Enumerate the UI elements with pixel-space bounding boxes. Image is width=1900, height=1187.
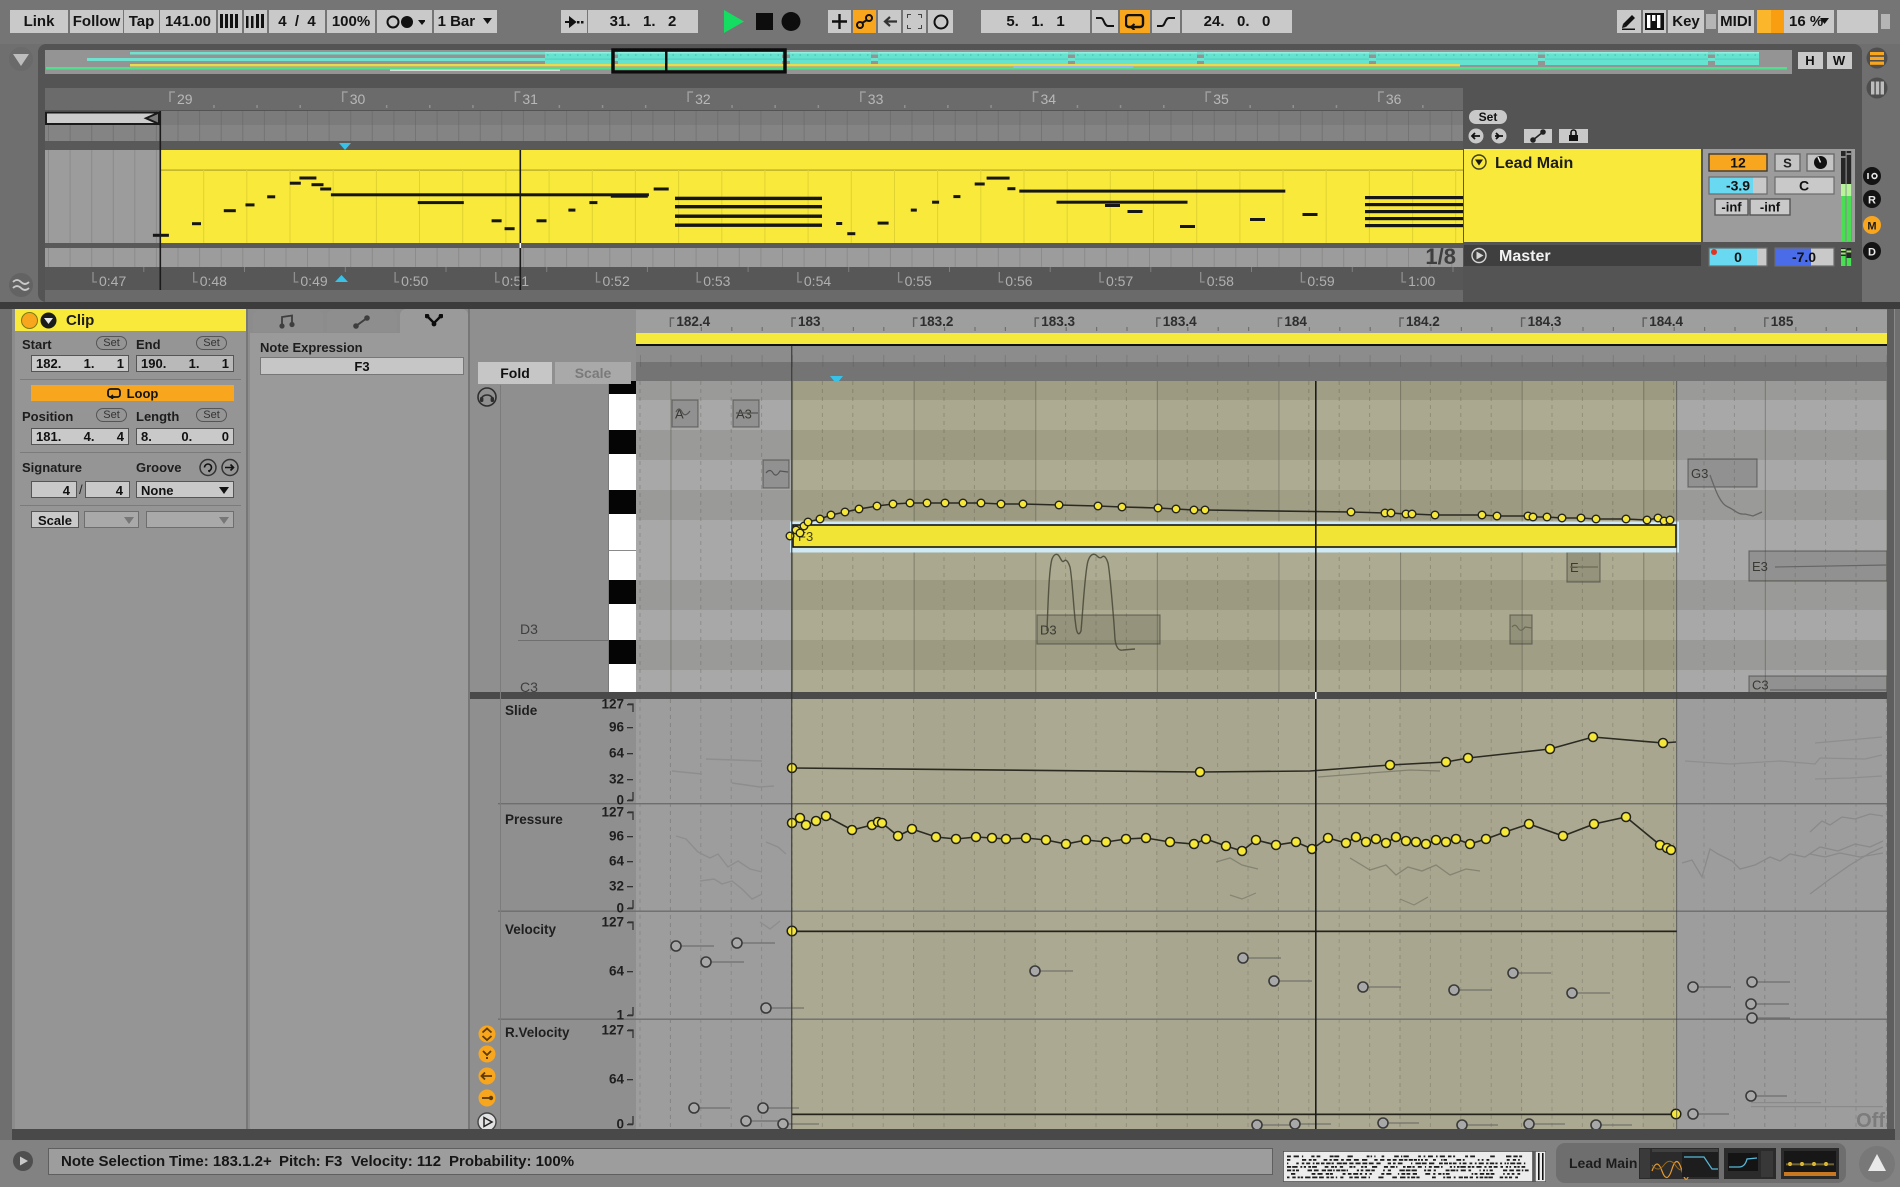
svg-text:0:51: 0:51 (502, 273, 529, 289)
svg-text:0:59: 0:59 (1307, 273, 1334, 289)
svg-text:0:50: 0:50 (401, 273, 428, 289)
svg-text:12: 12 (1730, 155, 1746, 171)
svg-text:182.4: 182.4 (676, 314, 710, 329)
svg-text:0:55: 0:55 (905, 273, 932, 289)
svg-text:127: 127 (601, 915, 624, 930)
svg-text:-7.0: -7.0 (1792, 249, 1816, 265)
svg-text:Master: Master (1499, 248, 1551, 265)
svg-text:D3: D3 (520, 621, 538, 637)
svg-text:Set: Set (1479, 110, 1498, 124)
svg-text:183.3: 183.3 (1041, 314, 1075, 329)
svg-text:E3: E3 (1752, 559, 1768, 574)
svg-text:64: 64 (609, 746, 625, 761)
svg-text:Velocity: Velocity (505, 922, 557, 937)
svg-text:183: 183 (798, 314, 821, 329)
svg-text:0:49: 0:49 (300, 273, 327, 289)
svg-text:H: H (1805, 53, 1814, 68)
svg-text:Pressure: Pressure (505, 812, 563, 827)
svg-text:M: M (1867, 221, 1876, 233)
svg-text:0:47: 0:47 (99, 273, 126, 289)
svg-text:183.4: 183.4 (1163, 314, 1197, 329)
svg-text:0:56: 0:56 (1005, 273, 1032, 289)
svg-text:-3.9: -3.9 (1726, 178, 1750, 194)
svg-text:30: 30 (350, 91, 366, 107)
svg-text:184.4: 184.4 (1649, 314, 1683, 329)
svg-text:0:54: 0:54 (804, 273, 831, 289)
svg-text:184.3: 184.3 (1528, 314, 1562, 329)
svg-text:127: 127 (601, 805, 624, 820)
svg-text:33: 33 (868, 91, 884, 107)
svg-text:35: 35 (1213, 91, 1229, 107)
svg-text:96: 96 (609, 720, 625, 735)
svg-text:R: R (1868, 195, 1876, 207)
svg-text:1:00: 1:00 (1408, 273, 1435, 289)
svg-text:Fold: Fold (500, 365, 530, 381)
svg-text:36: 36 (1386, 91, 1402, 107)
svg-text:0:58: 0:58 (1207, 273, 1234, 289)
svg-text:C: C (1799, 178, 1809, 194)
svg-text:34: 34 (1041, 91, 1057, 107)
svg-text:0: 0 (616, 901, 624, 916)
svg-text:0:53: 0:53 (703, 273, 730, 289)
svg-text:127: 127 (601, 697, 624, 712)
svg-text:C3: C3 (1752, 678, 1769, 693)
svg-text:1/8: 1/8 (1425, 244, 1456, 269)
svg-text:184: 184 (1284, 314, 1307, 329)
svg-text:64: 64 (609, 1072, 625, 1087)
svg-text:29: 29 (177, 91, 193, 107)
svg-text:Scale: Scale (575, 365, 612, 381)
svg-text:96: 96 (609, 829, 625, 844)
svg-text:S: S (1783, 156, 1792, 171)
svg-text:A3: A3 (736, 407, 752, 422)
svg-text:R.Velocity: R.Velocity (505, 1025, 570, 1040)
svg-text:32: 32 (695, 91, 711, 107)
svg-text:185: 185 (1771, 314, 1794, 329)
svg-text:W: W (1833, 53, 1846, 68)
svg-text:0:48: 0:48 (200, 273, 227, 289)
svg-text:127: 127 (601, 1023, 624, 1038)
svg-text:-inf: -inf (1721, 200, 1742, 215)
svg-text:G3: G3 (1691, 466, 1708, 481)
svg-text:0:52: 0:52 (603, 273, 630, 289)
svg-text:-inf: -inf (1760, 200, 1781, 215)
svg-text:1: 1 (616, 1008, 624, 1023)
svg-text:184.2: 184.2 (1406, 314, 1440, 329)
svg-text:64: 64 (609, 964, 625, 979)
svg-text:D: D (1868, 247, 1876, 259)
svg-text:0:57: 0:57 (1106, 273, 1133, 289)
svg-text:Slide: Slide (505, 703, 538, 718)
svg-text:D3: D3 (1040, 623, 1057, 638)
svg-text:Lead Main: Lead Main (1569, 1155, 1637, 1171)
svg-text:0: 0 (1734, 249, 1742, 265)
svg-text:31: 31 (522, 91, 538, 107)
svg-text:Lead Main: Lead Main (1495, 155, 1573, 172)
svg-text:32: 32 (609, 879, 624, 894)
svg-text:32: 32 (609, 772, 624, 787)
svg-text:64: 64 (609, 854, 625, 869)
svg-text:183.2: 183.2 (920, 314, 954, 329)
